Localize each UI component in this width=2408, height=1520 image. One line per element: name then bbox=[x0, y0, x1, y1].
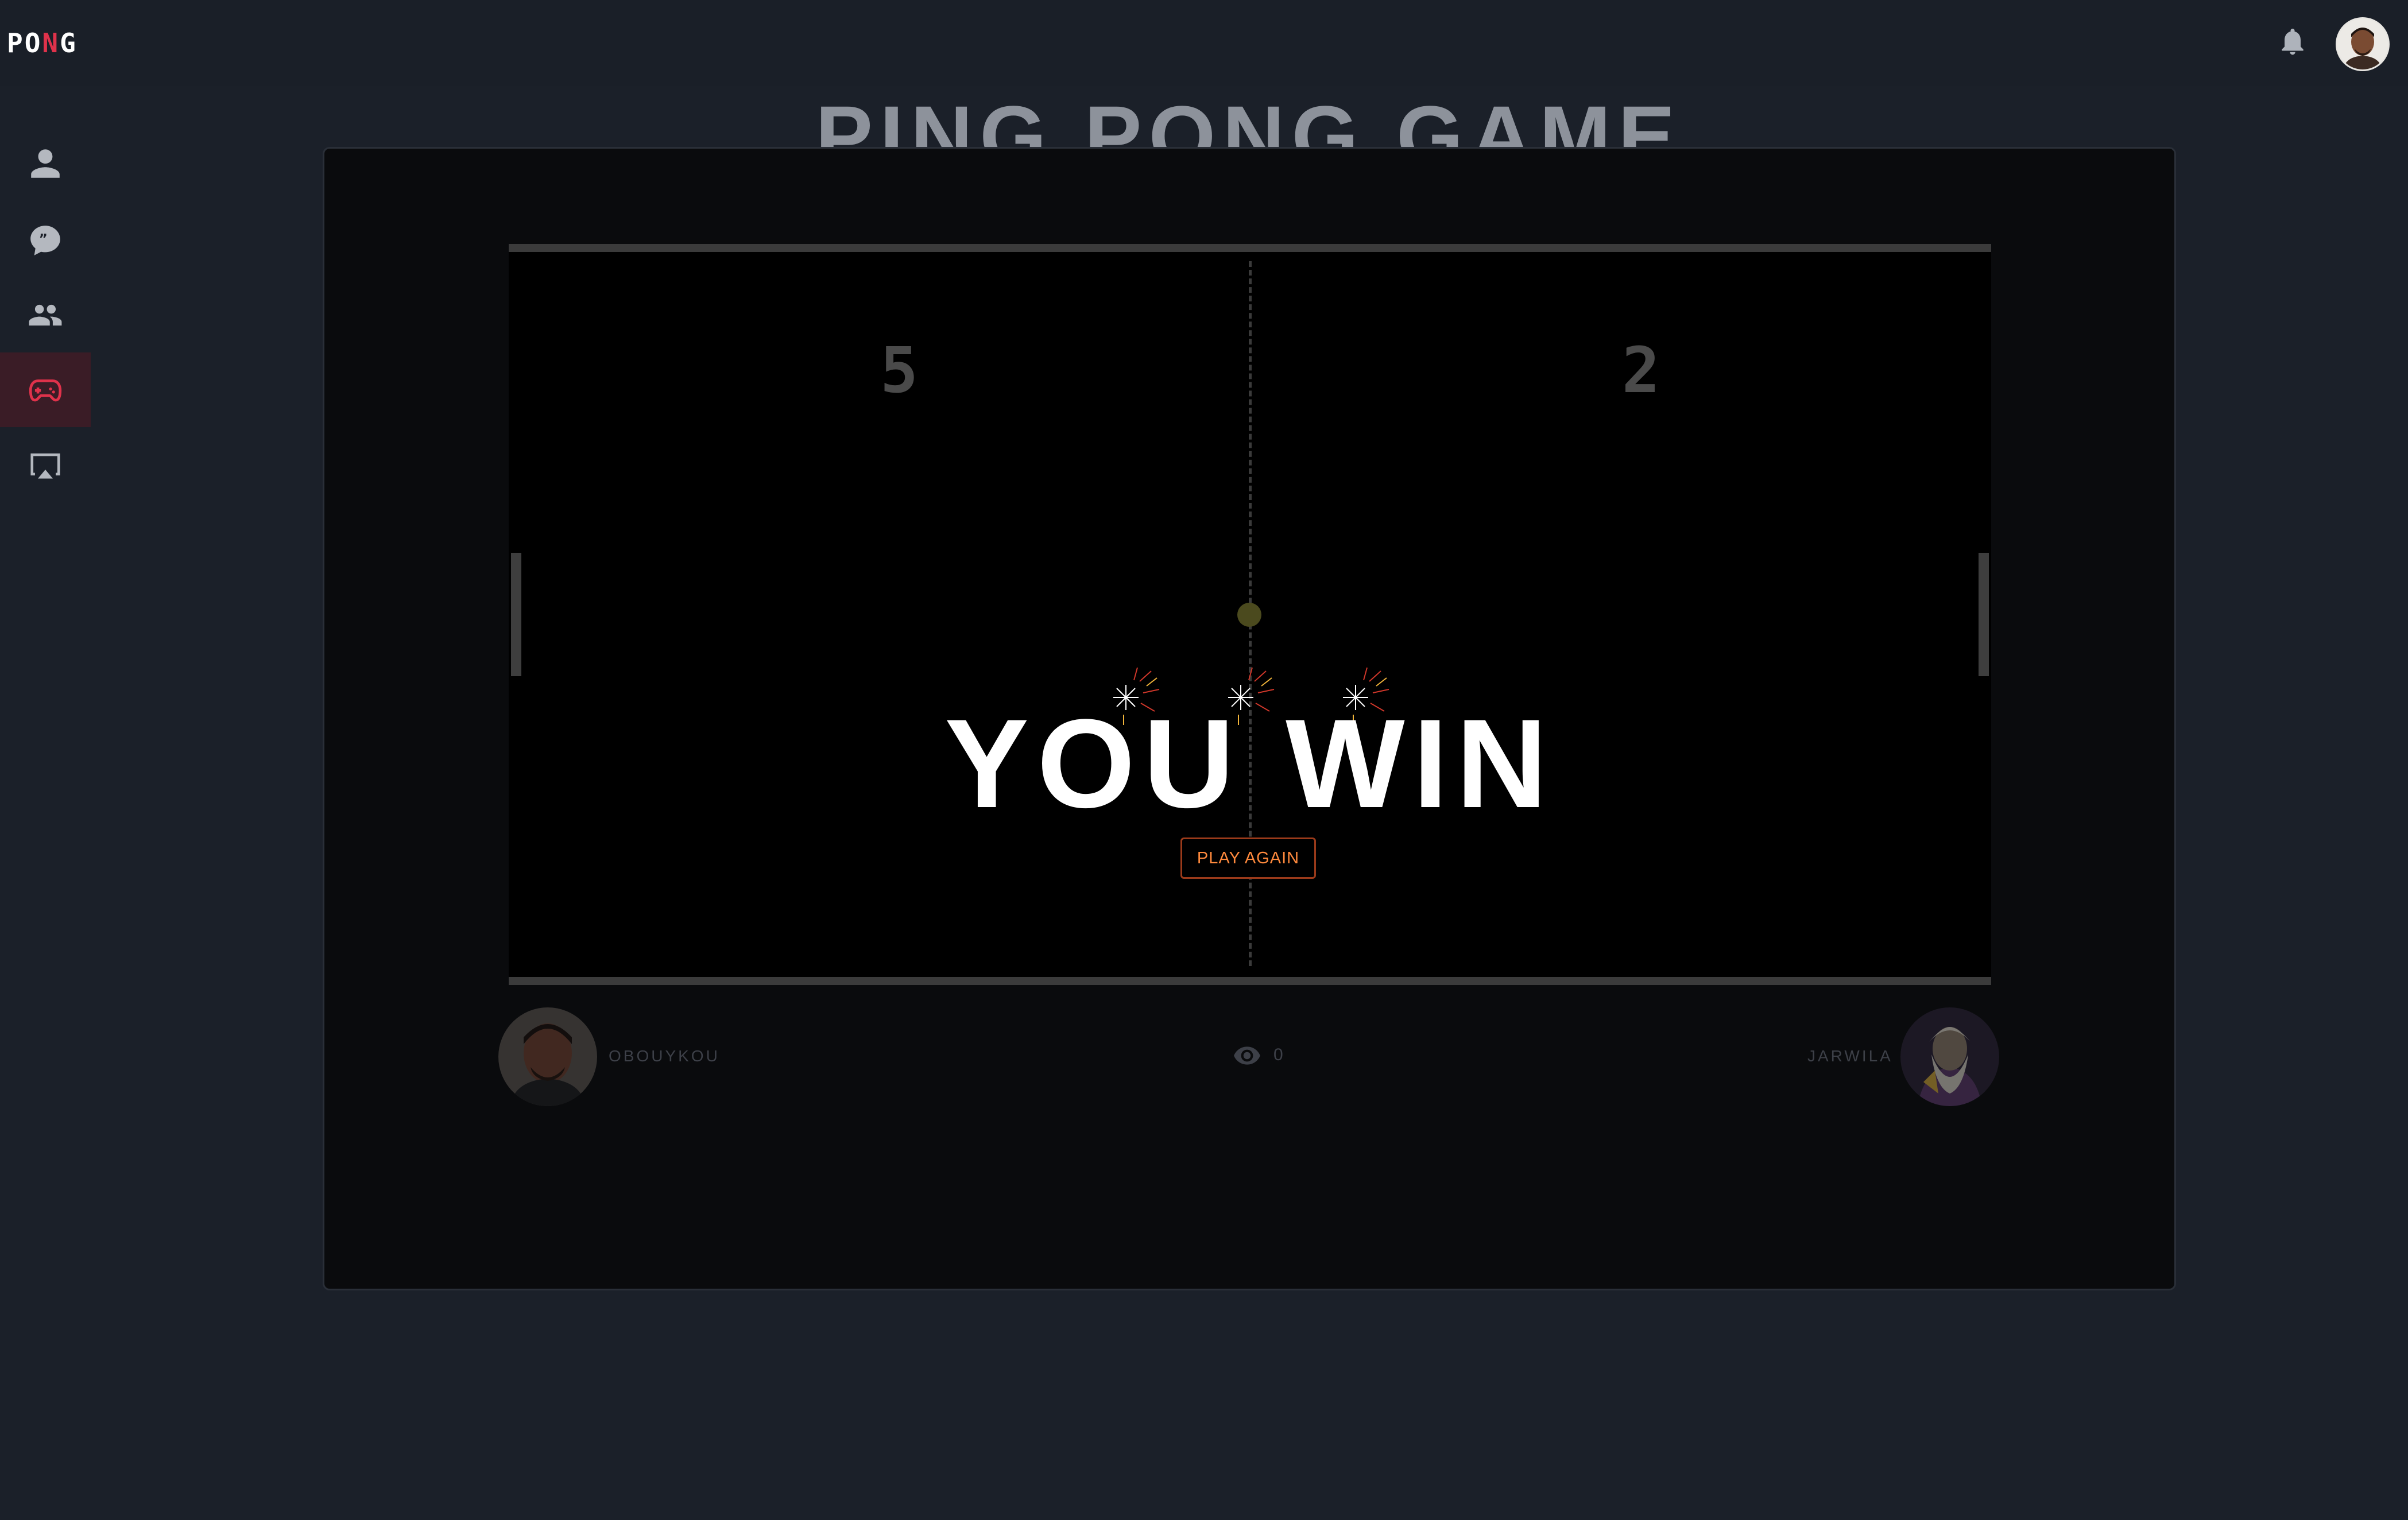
paddle-right bbox=[1979, 553, 1989, 676]
gamepad-icon bbox=[29, 379, 62, 402]
svg-text:”: ” bbox=[39, 231, 48, 247]
play-again-button[interactable]: PLAY AGAIN bbox=[1180, 837, 1316, 879]
score-right: 2 bbox=[1621, 334, 1660, 407]
sidebar-item-stream[interactable] bbox=[0, 429, 91, 504]
user-avatar[interactable] bbox=[2336, 17, 2390, 71]
app-logo[interactable]: PONG bbox=[7, 29, 78, 57]
top-bar: PONG bbox=[0, 0, 2408, 86]
court-bottom-wall bbox=[509, 977, 1991, 985]
score-left: 5 bbox=[880, 334, 919, 407]
game-court: 5 2 YOU WIN PLAY AGAIN bbox=[509, 244, 1991, 985]
court-top-wall bbox=[509, 244, 1991, 252]
viewers-count: 0 bbox=[1273, 1045, 1283, 1064]
user-icon bbox=[31, 149, 60, 178]
paddle-left bbox=[511, 553, 521, 676]
chat-bubble-icon: ” bbox=[30, 226, 60, 255]
sidebar-item-chat[interactable]: ” bbox=[0, 203, 91, 278]
result-text: YOU WIN bbox=[944, 693, 1555, 834]
player-left-avatar[interactable] bbox=[498, 1007, 597, 1106]
sidebar-item-profile[interactable] bbox=[0, 126, 91, 201]
eye-icon bbox=[1234, 1046, 1260, 1065]
users-icon bbox=[29, 304, 62, 326]
player-right-avatar[interactable] bbox=[1900, 1007, 1999, 1106]
bell-icon[interactable] bbox=[2277, 24, 2309, 59]
sidebar-item-friends[interactable] bbox=[0, 278, 91, 352]
sidebar-item-game[interactable] bbox=[0, 352, 91, 427]
airplay-icon bbox=[30, 453, 60, 479]
player-left-name: OBOUYKOU bbox=[609, 1047, 720, 1065]
ball bbox=[1237, 603, 1261, 627]
player-right-name: JARWILA bbox=[1807, 1047, 1893, 1065]
